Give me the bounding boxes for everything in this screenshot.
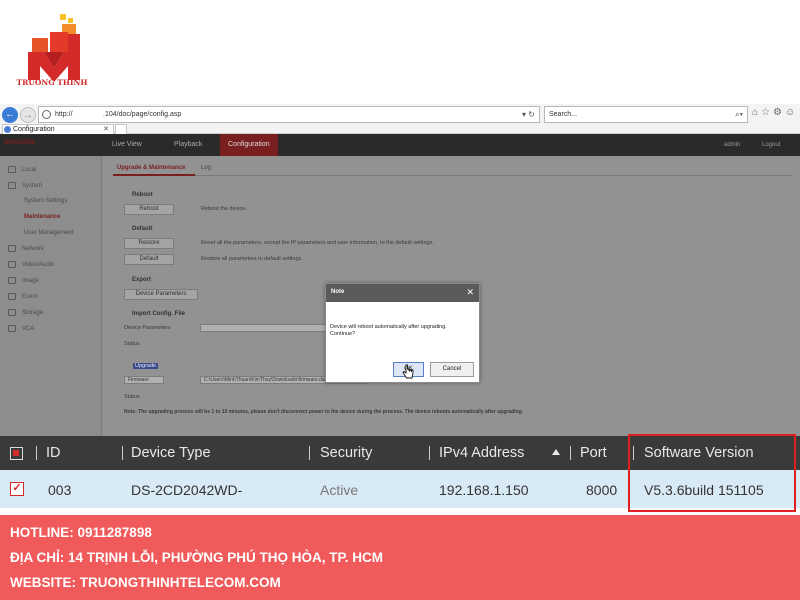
device-parameters-label: Device Parameters [124, 325, 171, 331]
column-header-device-type[interactable]: Device Type [131, 445, 211, 461]
active-tab-indicator [113, 174, 195, 176]
default-description: Restore all parameters to default settin… [201, 256, 303, 262]
firmware-select[interactable]: Firmware [124, 376, 164, 384]
video-icon [8, 261, 16, 268]
restore-description: Reset all the parameters, except the IP … [201, 240, 434, 246]
menu-live-view[interactable]: Live View [104, 134, 150, 156]
cell-ipv4: 192.168.1.150 [439, 482, 529, 498]
search-input[interactable]: Search... ⌕▾ [544, 106, 748, 123]
reboot-description: Reboot the device. [201, 206, 247, 212]
sidebar-item-system-settings[interactable]: System Settings [24, 198, 67, 204]
restore-button[interactable]: Restore [124, 238, 174, 249]
column-header-id[interactable]: ID [46, 445, 61, 461]
url-host: http:// [55, 111, 73, 118]
column-separator [122, 446, 123, 460]
contact-footer: HOTLINE: 0911287898 ĐỊA CHỈ: 14 TRỊNH LỖ… [0, 515, 800, 600]
row-checkbox[interactable]: ✓ [10, 482, 24, 496]
app-brand: HIKVISION [4, 140, 35, 146]
system-icon [8, 182, 16, 189]
config-sidebar: Local System System Settings Maintenance… [0, 156, 102, 436]
import-status-label: Status [124, 341, 140, 347]
monitor-icon [8, 166, 16, 173]
default-button[interactable]: Default [124, 254, 174, 265]
sidebar-item-image[interactable]: Image [8, 277, 39, 284]
event-icon [8, 293, 16, 300]
column-separator [570, 446, 571, 460]
sidebar-item-local[interactable]: Local [8, 166, 36, 173]
reboot-button[interactable]: Reboot [124, 204, 174, 215]
cell-port: 8000 [586, 482, 618, 498]
software-version-highlight-box [628, 434, 796, 512]
browser-toolbar-icons[interactable]: ⌂☆⚙☺ [752, 107, 798, 118]
logo-text: TRUONG THINH [16, 78, 88, 87]
app-top-bar: HIKVISION Live View Playback Configurati… [0, 134, 800, 156]
column-header-security[interactable]: Security [320, 445, 372, 461]
sidebar-item-maintenance[interactable]: Maintenance [24, 214, 60, 220]
dialog-header: Note ✕ [326, 284, 479, 302]
vca-icon [8, 325, 16, 332]
back-button[interactable]: ← [2, 107, 18, 123]
footer-address: ĐỊA CHỈ: 14 TRỊNH LỖI, PHƯỜNG PHÚ THỌ HÒ… [10, 550, 383, 565]
dialog-title: Note [331, 289, 345, 295]
globe-icon [8, 245, 16, 252]
tab-divider [113, 175, 793, 176]
favicon-icon [4, 126, 11, 133]
reboot-section-title: Reboot [132, 192, 153, 198]
screenshot-root: TRUONG THINH ← → http:// .104/doc/page/c… [0, 0, 800, 600]
menu-configuration[interactable]: Configuration [220, 134, 278, 156]
sidebar-item-storage[interactable]: Storage [8, 309, 43, 316]
url-path: .104/doc/page/config.asp [103, 111, 182, 118]
site-identity-icon [42, 110, 51, 119]
column-header-ipv4[interactable]: IPv4 Address [439, 445, 524, 461]
browser-chrome: ← → http:// .104/doc/page/config.asp ▾ ↻… [0, 104, 800, 135]
tab-upgrade-maintenance[interactable]: Upgrade & Maintenance [117, 165, 185, 171]
image-icon [8, 277, 16, 284]
import-section-title: Import Config. File [132, 311, 185, 317]
column-header-port[interactable]: Port [580, 445, 607, 461]
sidebar-item-system[interactable]: System [8, 182, 42, 189]
sidebar-item-network[interactable]: Network [8, 245, 44, 252]
hand-cursor-icon [402, 364, 414, 379]
upgrade-status-label: Status [124, 394, 140, 400]
column-separator [36, 446, 37, 460]
storage-icon [8, 309, 16, 316]
dialog-cancel-button[interactable]: Cancel [430, 362, 474, 377]
dialog-message: Device will reboot automatically after u… [330, 324, 447, 337]
column-separator [429, 446, 430, 460]
address-bar[interactable]: http:// .104/doc/page/config.asp ▾ ↻ [38, 106, 540, 123]
menu-playback[interactable]: Playback [166, 134, 210, 156]
cell-security: Active [320, 482, 359, 498]
cell-device-type: DS-2CD2042WD- [131, 482, 243, 498]
footer-hotline: HOTLINE: 0911287898 [10, 525, 152, 540]
logout-link[interactable]: Logout [762, 134, 780, 156]
search-placeholder: Search... [549, 111, 578, 118]
footer-website[interactable]: WEBSITE: TRUONGTHINHTELECOM.COM [10, 575, 281, 590]
default-section-title: Default [132, 226, 153, 232]
export-section-title: Export [132, 277, 152, 283]
search-icon[interactable]: ⌕▾ [735, 107, 743, 122]
refresh-icon[interactable]: ▾ ↻ [522, 107, 535, 122]
sidebar-item-vca[interactable]: VCA [8, 325, 34, 332]
user-admin[interactable]: admin [724, 134, 740, 156]
cell-id: 003 [48, 482, 72, 498]
upgrade-note: Note: The upgrading process will be 1 to… [124, 409, 524, 415]
upgrade-section-title: Upgrade [133, 363, 159, 369]
sort-ascending-icon[interactable] [552, 449, 560, 455]
tab-title: Configuration [13, 126, 55, 133]
sidebar-item-video-audio[interactable]: Video/Audio [8, 261, 54, 268]
select-all-checkbox[interactable] [10, 447, 23, 460]
dialog-close-icon[interactable]: ✕ [466, 287, 474, 298]
sidebar-item-user-management[interactable]: User Management [24, 230, 73, 236]
tab-log[interactable]: Log [201, 165, 211, 171]
import-file-field[interactable] [200, 324, 330, 332]
sidebar-item-event[interactable]: Event [8, 293, 37, 300]
column-separator [309, 446, 310, 460]
export-device-parameters-button[interactable]: Device Parameters [124, 289, 198, 300]
forward-button[interactable]: → [20, 107, 36, 123]
